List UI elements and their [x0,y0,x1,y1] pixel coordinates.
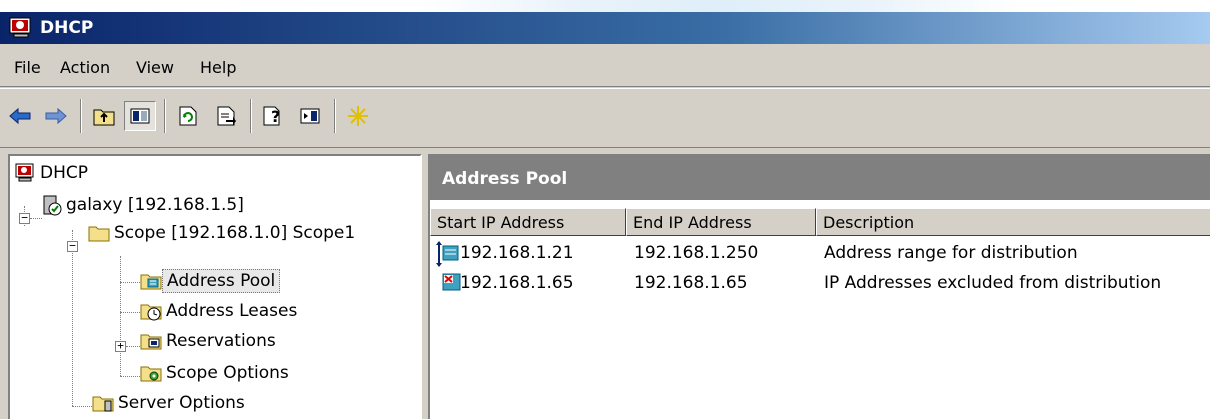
dhcp-app-icon [8,16,34,45]
cell-description: IP Addresses excluded from distribution [824,273,1162,293]
tree-node-server-options[interactable]: Server Options [92,390,249,416]
tree-node-address-pool[interactable]: Address Pool [140,268,281,294]
tree-node-label: galaxy [192.168.1.5] [66,195,244,215]
help-button[interactable]: ? [258,101,290,131]
window-title: DHCP [40,18,94,38]
column-header-label: End IP Address [633,213,752,232]
tree-node-dhcp[interactable]: DHCP [14,160,92,186]
forward-button[interactable] [40,101,72,131]
title-bar[interactable]: DHCP [0,12,1210,44]
menu-action[interactable]: Action [60,58,110,77]
column-header-end-ip[interactable]: End IP Address [626,208,816,236]
server-options-icon [92,392,114,414]
tree-node-server[interactable]: galaxy [192.168.1.5] [40,192,248,218]
tree-node-label: DHCP [40,163,88,183]
forward-icon [45,107,67,125]
export-list-button[interactable] [210,101,242,131]
tree-node-reservations[interactable]: Reservations [140,328,280,354]
tree-connector [72,230,73,406]
console-tree: DHCP − galaxy [192.168.1.5] − Scope [192 [8,154,422,419]
table-row[interactable]: 192.168.1.65 192.168.1.65 IP Addresses e… [430,270,1210,298]
up-one-level-button[interactable] [88,101,120,131]
toolbar-separator [334,99,336,133]
pane-header: Address Pool [430,156,1210,200]
menu-view[interactable]: View [136,58,174,77]
scope-options-icon [140,362,162,384]
mmc-window: DHCP File Action View Help ? DHCP − gala… [0,12,1210,419]
menu-file[interactable]: File [14,58,41,77]
column-header-description[interactable]: Description [816,208,1210,236]
tree-connector [30,218,42,219]
column-header-label: Description [823,213,915,232]
menu-help[interactable]: Help [200,58,236,77]
tree-node-address-leases[interactable]: Address Leases [140,298,301,324]
tree-connector [120,256,121,376]
help-icon: ? [263,106,280,126]
expand-reservations-button[interactable]: + [115,340,126,352]
dhcp-root-icon [14,162,36,184]
refresh-button[interactable] [172,101,204,131]
back-icon [9,107,31,125]
back-button[interactable] [4,101,36,131]
tree-node-label: Address Leases [166,301,298,321]
add-server-icon [348,106,368,126]
reservations-icon [140,330,162,352]
cell-description: Address range for distribution [824,243,1078,263]
tree-node-label: Scope Options [166,363,289,383]
tree-node-scope-options[interactable]: Scope Options [140,360,293,386]
exclusion-range-icon [442,272,462,297]
pane-title: Address Pool [442,169,568,189]
refresh-icon [179,106,197,126]
results-pane: Address Pool Start IP Address End IP Add… [428,154,1210,419]
show-hide-tree-icon [130,108,150,124]
dhcp-server-icon [40,194,62,216]
add-server-button[interactable] [342,101,374,131]
tree-connector [72,406,94,407]
show-hide-tree-button[interactable] [124,101,156,131]
cell-start-ip: 192.168.1.21 [460,243,574,263]
address-range-icon [436,241,460,272]
svg-text:?: ? [271,107,280,126]
up-folder-icon [93,109,115,126]
toolbar-separator [164,99,166,133]
menu-bar: File Action View Help [0,48,1210,87]
tree-node-label: Reservations [166,331,276,351]
export-list-icon [217,106,236,126]
address-leases-icon [140,300,162,322]
column-header-label: Start IP Address [437,213,565,232]
cell-start-ip: 192.168.1.65 [460,273,574,293]
table-row[interactable]: 192.168.1.21 192.168.1.250 Address range… [430,240,1210,268]
properties-icon [300,108,320,124]
cell-end-ip: 192.168.1.65 [634,273,748,293]
collapse-server-button[interactable]: − [19,212,30,224]
tree-node-label: Address Pool [162,269,281,293]
column-header-start-ip[interactable]: Start IP Address [430,208,626,236]
toolbar-separator [80,99,82,133]
address-pool-icon [140,270,162,292]
toolbar-separator [250,99,252,133]
properties-button[interactable] [294,101,326,131]
toolbar: ? [0,88,1210,148]
tree-node-scope[interactable]: Scope [192.168.1.0] Scope1 [88,220,359,246]
tree-node-label: Server Options [118,393,245,413]
cell-end-ip: 192.168.1.250 [634,243,759,263]
collapse-scope-button[interactable]: − [67,240,78,252]
folder-icon [88,222,110,244]
tree-node-label: Scope [192.168.1.0] Scope1 [114,223,356,243]
